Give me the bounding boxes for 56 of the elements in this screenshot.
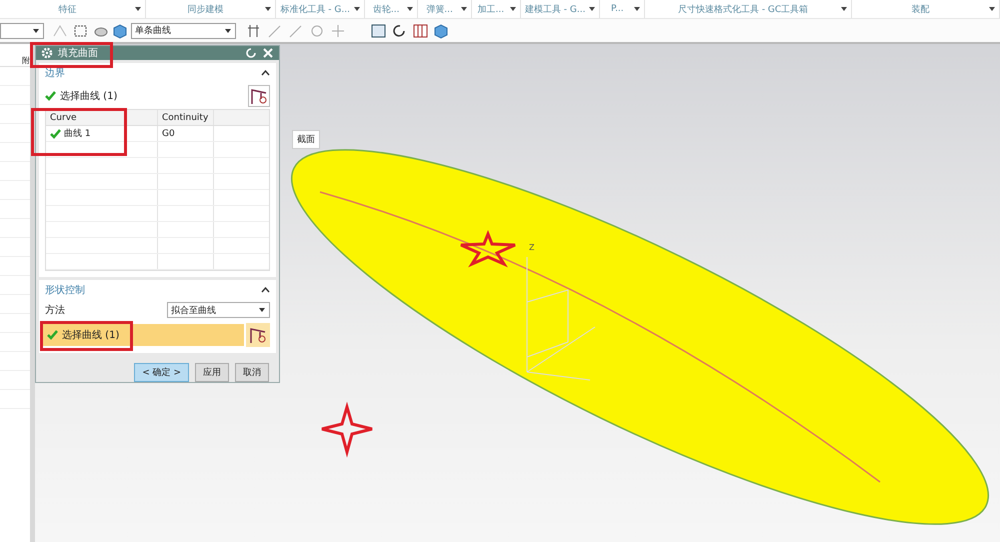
ribbon-group-label: 特征 — [58, 4, 76, 16]
section-title: 边界 — [45, 67, 65, 80]
grid-icon[interactable] — [412, 22, 430, 38]
dropdown-caret-icon — [259, 308, 265, 312]
dropdown-caret-icon[interactable] — [589, 7, 596, 11]
dropdown-caret-icon[interactable] — [354, 7, 360, 11]
collapse-chevron-icon[interactable] — [261, 287, 270, 293]
axis-label: Z — [529, 243, 534, 252]
dialog-button[interactable]: 取消 — [235, 363, 269, 382]
close-icon[interactable] — [262, 47, 274, 59]
star-outline-drawing — [460, 230, 516, 268]
ribbon-group-label: 弹簧... — [426, 4, 453, 16]
curve-name: 曲线 1 — [64, 128, 91, 140]
check-icon — [47, 330, 58, 340]
cube-icon[interactable] — [112, 22, 128, 38]
dialog-title: 填充曲面 — [58, 46, 99, 60]
dropdown-caret-icon[interactable] — [989, 7, 995, 11]
ribbon-group-label: 尺寸快速格式化工具 - GC工具箱 — [678, 4, 808, 16]
ribbon-group-label: 齿轮... — [372, 4, 400, 16]
dropdown-caret-icon[interactable] — [510, 7, 516, 11]
ribbon-group-label: 标准化工具 - G... — [280, 4, 350, 16]
section-label: 截面 — [292, 130, 320, 149]
check-icon — [45, 91, 56, 101]
ribbon-group-label: P... — [611, 4, 624, 14]
select-curve-row[interactable]: 选择曲线 (1) — [43, 324, 244, 346]
ribbon-group-label: 加工... — [478, 4, 504, 16]
column-header: Continuity — [158, 110, 214, 125]
dropdown-caret-icon[interactable] — [407, 7, 414, 11]
column-header: 附 — [22, 55, 30, 66]
ribbon-group-label: 同步建模 — [187, 4, 224, 16]
section-title: 形状控制 — [45, 284, 85, 297]
ribbon-group-label: 建模工具 - G... — [524, 4, 586, 16]
dropdown-caret-icon[interactable] — [460, 7, 467, 11]
table-cell: G0 — [158, 126, 214, 141]
curve-select-icon[interactable] — [246, 323, 270, 347]
dropdown-caret-icon[interactable] — [840, 7, 847, 11]
selection-filter-field[interactable] — [0, 22, 44, 38]
dropdown-caret-icon[interactable] — [265, 7, 272, 11]
gear-icon — [41, 47, 53, 59]
dialog-button[interactable]: < 确定 > — [134, 363, 189, 382]
table-cell[interactable]: 曲线 1 — [46, 126, 158, 141]
method-label: 方法 — [45, 304, 65, 317]
dialog-button[interactable]: 应用 — [195, 363, 229, 382]
collapse-chevron-icon[interactable] — [261, 70, 270, 76]
dropdown-caret-icon[interactable] — [634, 7, 640, 11]
select-curve-label: 选择曲线 (1) — [62, 328, 120, 342]
dropdown-caret-icon — [33, 28, 39, 32]
curve-select-icon[interactable] — [248, 85, 270, 107]
dropdown-caret-icon — [225, 28, 231, 32]
select-curve-label[interactable]: 选择曲线 (1) — [60, 89, 244, 103]
four-point-star-drawing — [320, 402, 374, 458]
dropdown-caret-icon[interactable] — [134, 7, 141, 11]
curve-rule-dropdown[interactable]: 单条曲线 — [131, 22, 236, 38]
reset-icon[interactable] — [245, 47, 257, 59]
ribbon-group-label: 装配 — [911, 4, 930, 16]
method-dropdown[interactable]: 拟合至曲线 — [167, 302, 270, 318]
